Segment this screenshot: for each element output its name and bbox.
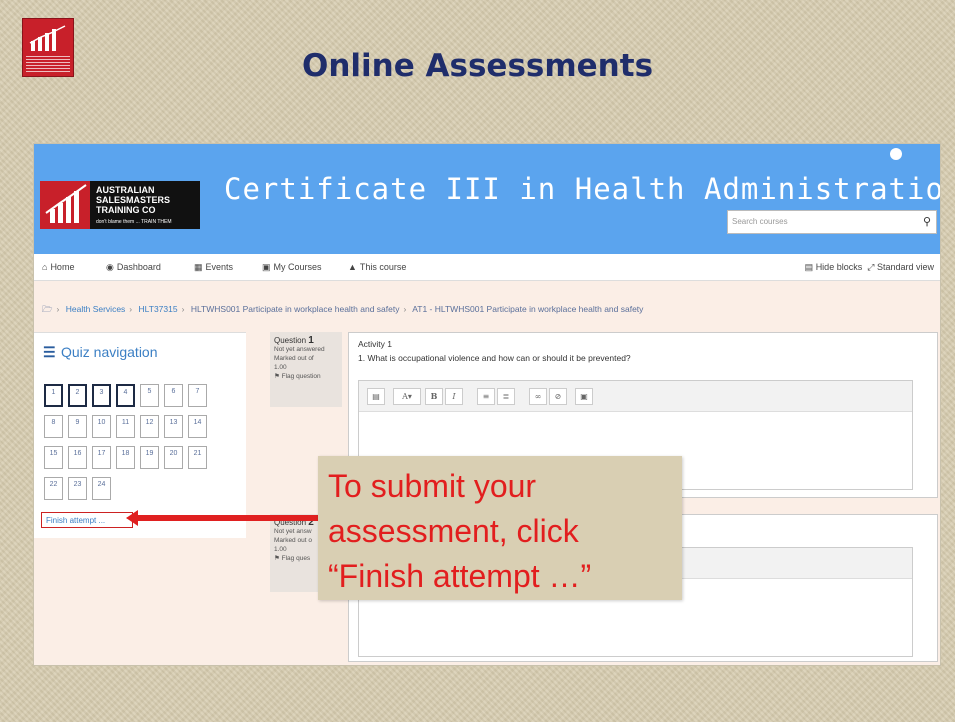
question-nav-button[interactable]: 24: [92, 477, 111, 500]
brand-name: AUSTRALIAN SALESMASTERS TRAINING CO: [96, 185, 171, 215]
quiz-navigation-block: ☰ Quiz navigation 1 2 3 4 5 6 7 8 9 10 11 12 13 14 15 16…: [34, 332, 246, 538]
question-nav-button[interactable]: 22: [44, 477, 63, 500]
numbered-list-icon[interactable]: ≣: [497, 388, 515, 405]
expand-icon: ⤢: [867, 262, 875, 272]
bold-icon[interactable]: B: [425, 388, 443, 405]
question-nav-button[interactable]: 16: [68, 446, 87, 469]
breadcrumb-item[interactable]: Health Services: [66, 304, 126, 314]
finish-attempt-link[interactable]: Finish attempt ...: [41, 512, 133, 528]
question-nav-button[interactable]: 15: [44, 446, 63, 469]
view-controls: ▤ Hide blocks ⤢ Standard view: [805, 262, 934, 273]
question-nav-button[interactable]: 21: [188, 446, 207, 469]
courses-icon: ▣: [262, 262, 271, 272]
flag-icon: ⚑: [274, 555, 280, 562]
question-nav-button[interactable]: 10: [92, 415, 111, 438]
unlink-icon[interactable]: ⊘: [549, 388, 567, 405]
link-icon[interactable]: ∞: [529, 388, 547, 405]
question-nav-button[interactable]: 23: [68, 477, 87, 500]
flag-icon: ⚑: [274, 373, 280, 380]
nav-my-courses[interactable]: ▣ My Courses: [262, 262, 322, 273]
search-placeholder: Search courses: [732, 217, 788, 226]
breadcrumb-item[interactable]: HLT37315: [139, 304, 178, 314]
question-nav-button[interactable]: 20: [164, 446, 183, 469]
paragraph-style-icon[interactable]: A▾: [393, 388, 421, 405]
folder-icon: 🗁: [42, 304, 53, 314]
brand-logo[interactable]: AUSTRALIAN SALESMASTERS TRAINING CO don'…: [40, 181, 200, 229]
slide-title: Online Assessments: [301, 48, 654, 84]
site-banner: AUSTRALIAN SALESMASTERS TRAINING CO don'…: [34, 164, 940, 254]
dashboard-icon: ◉: [106, 262, 114, 272]
question-text: 1. What is occupational violence and how…: [358, 353, 631, 363]
brand-tagline: don't blame them ... TRAIN THEM: [96, 219, 172, 225]
bullet-list-icon[interactable]: ≡: [477, 388, 495, 405]
question-marks: 1.00: [274, 364, 287, 371]
quiz-navigation-title: ☰ Quiz navigation: [43, 344, 158, 360]
italic-icon[interactable]: I: [445, 388, 463, 405]
question-nav-button[interactable]: 11: [116, 415, 135, 438]
breadcrumb-item[interactable]: HLTWHS001 Participate in workplace healt…: [191, 304, 400, 314]
breadcrumb: 🗁 › Health Services › HLT37315 › HLTWHS001 …: [42, 304, 644, 314]
breadcrumb-item[interactable]: AT1 - HLTWHS001 Participate in workplace…: [412, 304, 643, 314]
question-status: Not yet answered: [274, 346, 325, 353]
question-info: Question 1 Not yet answered Marked out o…: [270, 332, 342, 407]
activity-label: Activity 1: [358, 339, 393, 349]
top-bar: [34, 144, 940, 164]
main-navbar: ⌂ Home ◉ Dashboard ▦ Events ▣ My Courses ▲ Th…: [34, 254, 940, 281]
flag-question-link[interactable]: ⚑ Flag question: [274, 372, 338, 381]
hide-blocks-button[interactable]: ▤ Hide blocks: [805, 262, 863, 272]
callout-text: To submit your assessment, click “Finish…: [328, 468, 592, 594]
nav-home[interactable]: ⌂ Home: [42, 262, 74, 272]
pointer-arrowhead: [126, 510, 138, 526]
toolbar-toggle-icon[interactable]: ▤: [367, 388, 385, 405]
question-marked-out-of: Marked out of: [274, 355, 314, 362]
search-input[interactable]: Search courses ⚲: [727, 210, 937, 234]
nav-events[interactable]: ▦ Events: [194, 262, 233, 273]
home-icon: ⌂: [42, 262, 48, 272]
question-nav-button[interactable]: 12: [140, 415, 159, 438]
search-icon[interactable]: ⚲: [923, 215, 931, 228]
question-nav-button[interactable]: 8: [44, 415, 63, 438]
question-nav-button[interactable]: 4: [116, 384, 135, 407]
instruction-callout: To submit your assessment, click “Finish…: [318, 456, 682, 600]
user-avatar[interactable]: [890, 148, 902, 160]
question-nav-button[interactable]: 9: [68, 415, 87, 438]
question-nav-button[interactable]: 6: [164, 384, 183, 407]
pointer-arrow: [136, 515, 320, 521]
brand-mark: [40, 181, 90, 229]
question-number: Question 1: [274, 335, 314, 346]
question-nav-button[interactable]: 14: [188, 415, 207, 438]
question-nav-button[interactable]: 5: [140, 384, 159, 407]
calendar-icon: ▦: [194, 262, 203, 272]
standard-view-button[interactable]: ⤢ Standard view: [867, 262, 934, 272]
course-title: Certificate III in Health Administration: [224, 172, 941, 206]
nav-dashboard[interactable]: ◉ Dashboard: [106, 262, 161, 273]
sitemap-icon: ▲: [348, 262, 357, 272]
question-nav-button[interactable]: 3: [92, 384, 111, 407]
question-nav-button[interactable]: 2: [68, 384, 87, 407]
question-nav-button[interactable]: 17: [92, 446, 111, 469]
question-nav-button[interactable]: 19: [140, 446, 159, 469]
question-nav-button[interactable]: 7: [188, 384, 207, 407]
nav-this-course[interactable]: ▲ This course: [348, 262, 406, 272]
question-nav-button[interactable]: 13: [164, 415, 183, 438]
menu-icon: ☰: [43, 344, 56, 360]
question-nav-button[interactable]: 18: [116, 446, 135, 469]
question-nav-button[interactable]: 1: [44, 384, 63, 407]
image-icon[interactable]: ▣: [575, 388, 593, 405]
hide-blocks-icon: ▤: [804, 262, 814, 272]
editor-toolbar: ▤ A▾ B I ≡ ≣ ∞ ⊘ ▣: [359, 381, 912, 412]
